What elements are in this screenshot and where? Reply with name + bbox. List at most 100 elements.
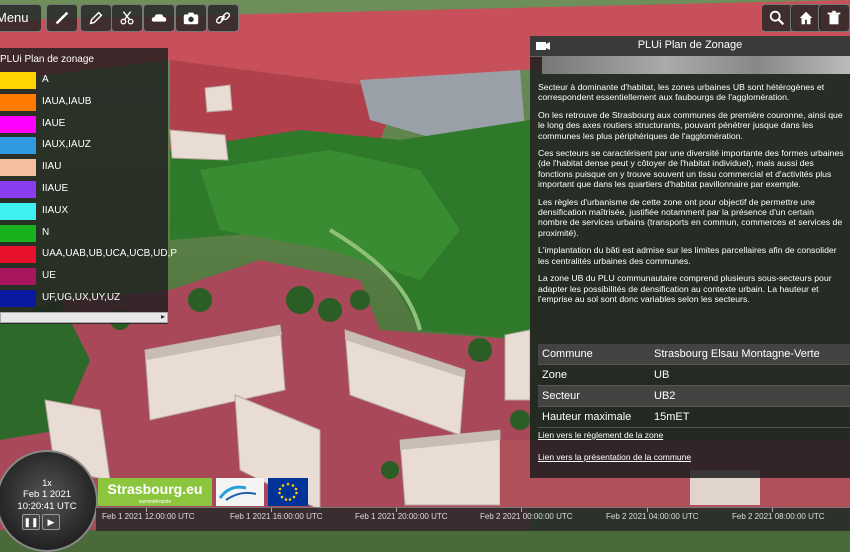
strasbourg-logo-text: Strasbourg.eu <box>107 481 203 497</box>
attribute-value: UB2 <box>650 385 850 407</box>
clock-date: Feb 1 2021 <box>22 489 72 500</box>
legend-label: UF,UG,UX,UY,UZ <box>42 292 121 303</box>
top-toolbar: Menu <box>0 0 850 36</box>
table-row: Secteur UB2 <box>538 385 850 407</box>
strasbourg-logo[interactable]: Strasbourg.eu eurométropole <box>98 478 212 506</box>
legend-swatch <box>0 268 36 286</box>
legend-label: N <box>42 226 50 238</box>
clock-time: 10:20:41 UTC <box>17 501 77 512</box>
menu-label: Menu <box>0 10 29 25</box>
draw-button[interactable] <box>80 4 112 32</box>
timeline-tick-label: Feb 1 2021 12:00:00 UTC <box>102 512 195 521</box>
delete-button[interactable] <box>818 4 850 32</box>
home-icon <box>799 11 813 25</box>
zone-photo <box>542 56 850 74</box>
legend-label: IAUA,IAUB <box>42 95 92 107</box>
description-paragraph: L'implantation du bâti est admise sur le… <box>538 245 837 266</box>
legend-label: UE <box>42 270 56 282</box>
legend-swatch <box>0 224 36 242</box>
eu-flag-logo[interactable] <box>268 478 308 506</box>
reglement-link[interactable]: Lien vers le règlement de la zone <box>538 430 663 440</box>
search-button[interactable] <box>761 4 793 32</box>
play-button[interactable]: ▶ <box>42 514 60 530</box>
scroll-right-icon[interactable]: ▸ <box>161 312 165 321</box>
attribute-value: 15mET <box>650 406 850 428</box>
legend-swatch <box>0 137 36 155</box>
legend-scrollbar[interactable]: ▸ <box>0 312 168 323</box>
description-paragraph: On les retrouve de Strasbourg aux commun… <box>538 109 843 141</box>
timeline-tick-label: Feb 2 2021 04:00:00 UTC <box>606 512 699 521</box>
timeline-tick-label: Feb 2 2021 00:00:00 UTC <box>480 512 573 521</box>
legend-item[interactable]: UAA,UAB,UB,UCA,UCB,UD,P <box>0 244 177 266</box>
ruler-icon <box>55 11 69 25</box>
pause-button[interactable]: ❚❚ <box>22 514 40 530</box>
table-row: Hauteur maximale 15mET <box>538 406 850 428</box>
timeline-tick-label: Feb 1 2021 20:00:00 UTC <box>355 512 448 521</box>
legend-swatch <box>0 93 36 111</box>
timeline[interactable]: Feb 1 2021 12:00:00 UTC Feb 1 2021 16:00… <box>96 507 850 531</box>
zone-description: Secteur à dominante d'habitat, les zones… <box>538 82 844 311</box>
legend-swatch <box>0 159 36 177</box>
timeline-tick-label: Feb 2 2021 08:00:00 UTC <box>732 512 825 521</box>
legend-item[interactable]: N <box>0 223 168 245</box>
legend-swatch <box>0 202 36 220</box>
cut-button[interactable] <box>111 4 143 32</box>
attribute-key: Secteur <box>538 385 650 407</box>
legend-label: UAA,UAB,UB,UCA,UCB,UD,P <box>42 248 178 260</box>
legend-item[interactable]: IIAU <box>0 157 168 179</box>
share-link-button[interactable] <box>207 4 239 32</box>
description-paragraph: Les règles d'urbanisme de cette zone ont… <box>538 196 843 238</box>
description-paragraph: Secteur à dominante d'habitat, les zones… <box>538 82 825 103</box>
legend-item[interactable]: IAUX,IAUZ <box>0 135 168 157</box>
eu-stars-icon <box>278 482 298 501</box>
pencil-icon <box>89 11 103 25</box>
attribute-key: Zone <box>538 364 650 386</box>
legend-item[interactable]: A <box>0 70 168 92</box>
legend-item[interactable]: IAUA,IAUB <box>0 92 168 114</box>
camera-icon <box>183 12 199 25</box>
legend-swatch <box>0 72 36 89</box>
playback-controls: ❚❚ ▶ <box>22 512 62 530</box>
legend-label: A <box>42 74 49 85</box>
legend-label: IIAU <box>42 161 62 173</box>
legend-swatch <box>0 290 36 307</box>
attribute-key: Hauteur maximale <box>538 406 650 428</box>
strasbourg-logo-subtext: eurométropole <box>138 499 172 505</box>
search-icon <box>769 10 785 26</box>
table-row: Zone UB <box>538 364 850 386</box>
legend-item[interactable]: UE <box>0 266 168 288</box>
screenshot-button[interactable] <box>175 4 207 32</box>
legend-label: IIAUE <box>42 183 69 194</box>
weather-button[interactable] <box>143 4 175 32</box>
info-panel-title: PLUi Plan de Zonage <box>637 39 743 51</box>
region-logo[interactable] <box>216 478 264 506</box>
link-icon <box>215 12 231 24</box>
legend-item[interactable]: IAUE <box>0 114 168 136</box>
clock-speed: 1x <box>42 478 52 488</box>
legend-label: IIAUX <box>42 204 69 216</box>
legend-item[interactable]: IIAUX <box>0 201 168 223</box>
cloud-icon <box>151 14 167 22</box>
legend-item[interactable]: IIAUE <box>0 179 168 201</box>
legend-swatch <box>0 181 36 198</box>
timeline-tick-label: Feb 1 2021 16:00:00 UTC <box>230 512 323 521</box>
attribute-value: Strasbourg Elsau Montagne-Verte <box>650 344 850 365</box>
legend-item[interactable]: UF,UG,UX,UY,UZ <box>0 288 168 310</box>
legend-panel: PLUi Plan de zonage A IAUA,IAUB IAUE IAUX,I… <box>0 48 177 324</box>
menu-button[interactable]: Menu <box>0 4 42 32</box>
measure-button[interactable] <box>46 4 78 32</box>
description-paragraph: La zone UB du PLU communautaire comprend… <box>538 273 832 304</box>
description-paragraph: Ces secteurs se caractérisent par une di… <box>538 148 844 190</box>
attribute-key: Commune <box>538 344 650 365</box>
legend-swatch <box>0 115 36 133</box>
feature-info-panel: PLUi Plan de Zonage Secteur à dominante … <box>530 36 850 478</box>
region-logo-image <box>218 485 257 501</box>
legend-title: PLUi Plan de zonage <box>0 54 94 65</box>
presentation-link[interactable]: Lien vers la présentation de la commune <box>538 452 691 462</box>
table-row: Commune Strasbourg Elsau Montagne-Verte <box>538 344 850 365</box>
animation-clock[interactable]: 1x Feb 1 2021 10:20:41 UTC <box>0 450 98 552</box>
attribute-table: Commune Strasbourg Elsau Montagne-Verte Z… <box>538 344 850 428</box>
attribute-value: UB <box>650 364 850 386</box>
legend-label: IAUX,IAUZ <box>42 139 91 151</box>
scissors-icon <box>120 11 134 25</box>
